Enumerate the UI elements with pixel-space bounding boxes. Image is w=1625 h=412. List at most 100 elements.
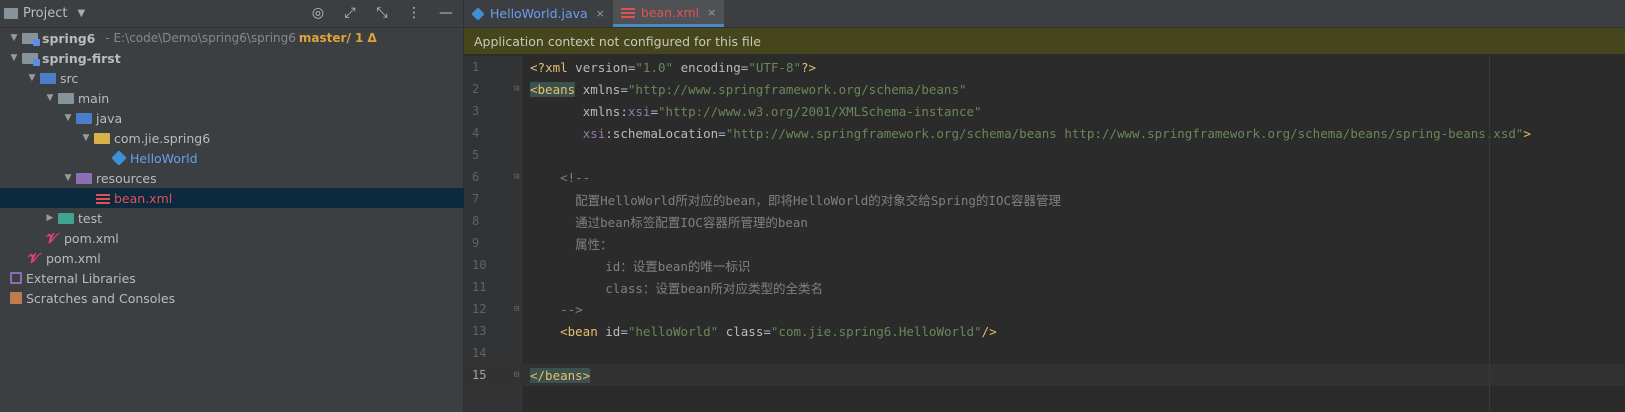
tree-item-src[interactable]: ▼ src: [0, 68, 464, 88]
code-text: <bean id="helloWorld" class="com.jie.spr…: [560, 323, 997, 339]
library-icon: [10, 272, 22, 284]
tab-bean-xml[interactable]: bean.xml ×: [612, 0, 725, 27]
code-line: 14: [464, 342, 1625, 364]
code-line: 10 id：设置bean的唯一标识: [464, 254, 1625, 276]
tree-item-label: pom.xml: [46, 250, 101, 266]
code-text: </beans>: [530, 367, 591, 383]
fold-icon[interactable]: ⊟: [514, 304, 519, 314]
code-text: id：设置bean的唯一标识: [530, 258, 751, 274]
line-number: 2: [472, 82, 480, 96]
fold-icon[interactable]: ⊟: [514, 370, 519, 380]
line-number: 5: [472, 148, 480, 162]
tree-item-label: HelloWorld: [130, 150, 198, 166]
line-number: 15: [472, 368, 487, 382]
chevron-down-icon[interactable]: ▼: [77, 8, 85, 19]
project-title[interactable]: Project: [23, 6, 67, 21]
banner-text: Application context not configured for t…: [474, 33, 761, 49]
code-line-current: 15 ⊟ </beans>: [464, 364, 1625, 386]
tree-item-helloworld[interactable]: HelloWorld: [0, 148, 464, 168]
code-line: 11 class：设置bean所对应类型的全类名: [464, 276, 1625, 298]
class-icon: [471, 6, 485, 21]
test-folder-icon: [58, 212, 74, 224]
editor: HelloWorld.java × bean.xml × Application…: [464, 0, 1625, 412]
tree-item-bean-xml[interactable]: bean.xml: [0, 188, 464, 208]
code-text: <!--: [530, 169, 591, 185]
expand-all-icon[interactable]: ⤢: [341, 4, 359, 22]
close-icon[interactable]: ×: [596, 7, 605, 20]
tab-helloworld-java[interactable]: HelloWorld.java ×: [464, 0, 613, 27]
tree-item-label: bean.xml: [114, 190, 173, 206]
line-number: 4: [472, 126, 480, 140]
line-number: 13: [472, 324, 487, 338]
chevron-down-icon[interactable]: ▼: [60, 113, 76, 123]
code-text: 属性：: [530, 236, 613, 252]
hide-icon[interactable]: —: [437, 4, 455, 22]
code-line: 13 <bean id="helloWorld" class="com.jie.…: [464, 320, 1625, 342]
close-icon[interactable]: ×: [707, 6, 716, 19]
tab-label: HelloWorld.java: [490, 6, 588, 21]
project-panel: Project ▼ ◎ ⤢ ⤡ ⋮ — ▼ spring6 - E:\code\…: [0, 0, 464, 412]
tree-item-label: spring6: [42, 30, 96, 46]
chevron-down-icon[interactable]: ▼: [6, 53, 22, 63]
notification-banner: Application context not configured for t…: [464, 28, 1625, 54]
line-number: 12: [472, 302, 487, 316]
code-text: xmlns:xsi="http://www.w3.org/2001/XMLSch…: [582, 103, 982, 119]
project-tree: ▼ spring6 - E:\code\Demo\spring6\spring6…: [0, 28, 464, 308]
project-header: Project ▼ ◎ ⤢ ⤡ ⋮ —: [0, 0, 463, 28]
code-text: -->: [530, 301, 583, 317]
tree-item-label: resources: [96, 170, 157, 186]
fold-icon[interactable]: ⊟: [514, 172, 519, 182]
tree-item-label: com.jie.spring6: [114, 130, 211, 146]
xml-file-icon: [620, 6, 635, 18]
chevron-down-icon[interactable]: ▼: [24, 73, 40, 83]
tree-item-spring-first[interactable]: ▼ spring-first: [0, 48, 464, 68]
line-number: 14: [472, 346, 487, 360]
editor-tabs: HelloWorld.java × bean.xml ×: [464, 0, 1625, 28]
code-text: 通过bean标签配置IOC容器所管理的bean: [530, 214, 808, 230]
tree-item-scratches[interactable]: Scratches and Consoles: [0, 288, 464, 308]
tree-item-label: External Libraries: [26, 270, 136, 286]
tree-item-resources[interactable]: ▼ resources: [0, 168, 464, 188]
options-menu-icon[interactable]: ⋮: [405, 4, 423, 22]
code-text: <?xml version="1.0" encoding="UTF-8"?>: [530, 59, 817, 75]
xml-file-icon: [96, 192, 110, 204]
chevron-down-icon[interactable]: ▼: [78, 133, 94, 143]
target-icon[interactable]: ◎: [309, 4, 327, 22]
tree-item-label: Scratches and Consoles: [26, 290, 176, 306]
tree-item-label: spring-first: [42, 50, 121, 66]
code-text: 配置HelloWorld所对应的bean，即将HelloWorld的对象交给Sp…: [530, 192, 1062, 208]
chevron-right-icon[interactable]: ▶: [42, 213, 58, 223]
tree-item-external-libraries[interactable]: External Libraries: [0, 268, 464, 288]
tree-item-main[interactable]: ▼ main: [0, 88, 464, 108]
code-area[interactable]: 1 <?xml version="1.0" encoding="UTF-8"?>…: [464, 56, 1625, 412]
tree-item-label: src: [60, 70, 79, 86]
chevron-down-icon[interactable]: ▼: [6, 33, 22, 43]
code-line: 12 ⊟ -->: [464, 298, 1625, 320]
code-text: <beans xmlns="http://www.springframework…: [530, 81, 967, 97]
tree-item-test[interactable]: ▶ test: [0, 208, 464, 228]
collapse-all-icon[interactable]: ⤡: [373, 4, 391, 22]
maven-icon: 𝓥: [46, 231, 58, 247]
tab-label: bean.xml: [640, 4, 700, 20]
tree-item-label: java: [96, 110, 123, 126]
code-line: 8 通过bean标签配置IOC容器所管理的bean: [464, 210, 1625, 232]
code-line: 6 ⊟ <!--: [464, 166, 1625, 188]
tree-item-pom-root[interactable]: 𝓥 pom.xml: [0, 248, 464, 268]
code-line: 4 xsi:schemaLocation="http://www.springf…: [464, 122, 1625, 144]
code-line: 5: [464, 144, 1625, 166]
tree-item-spring6[interactable]: ▼ spring6 - E:\code\Demo\spring6\spring6…: [0, 28, 464, 48]
chevron-down-icon[interactable]: ▼: [60, 173, 76, 183]
code-line: 9 属性：: [464, 232, 1625, 254]
chevron-down-icon[interactable]: ▼: [42, 93, 58, 103]
tree-item-package[interactable]: ▼ com.jie.spring6: [0, 128, 464, 148]
line-number: 9: [472, 236, 480, 250]
folder-icon: [58, 93, 74, 104]
tree-item-pom-module[interactable]: 𝓥 pom.xml: [0, 228, 464, 248]
fold-icon[interactable]: ⊟: [514, 84, 519, 94]
package-icon: [94, 132, 110, 144]
code-text: xsi:schemaLocation="http://www.springfra…: [582, 125, 1531, 141]
source-folder-icon: [40, 72, 56, 84]
right-margin-guide: [1489, 56, 1490, 412]
tree-item-label: pom.xml: [64, 230, 119, 246]
tree-item-java[interactable]: ▼ java: [0, 108, 464, 128]
